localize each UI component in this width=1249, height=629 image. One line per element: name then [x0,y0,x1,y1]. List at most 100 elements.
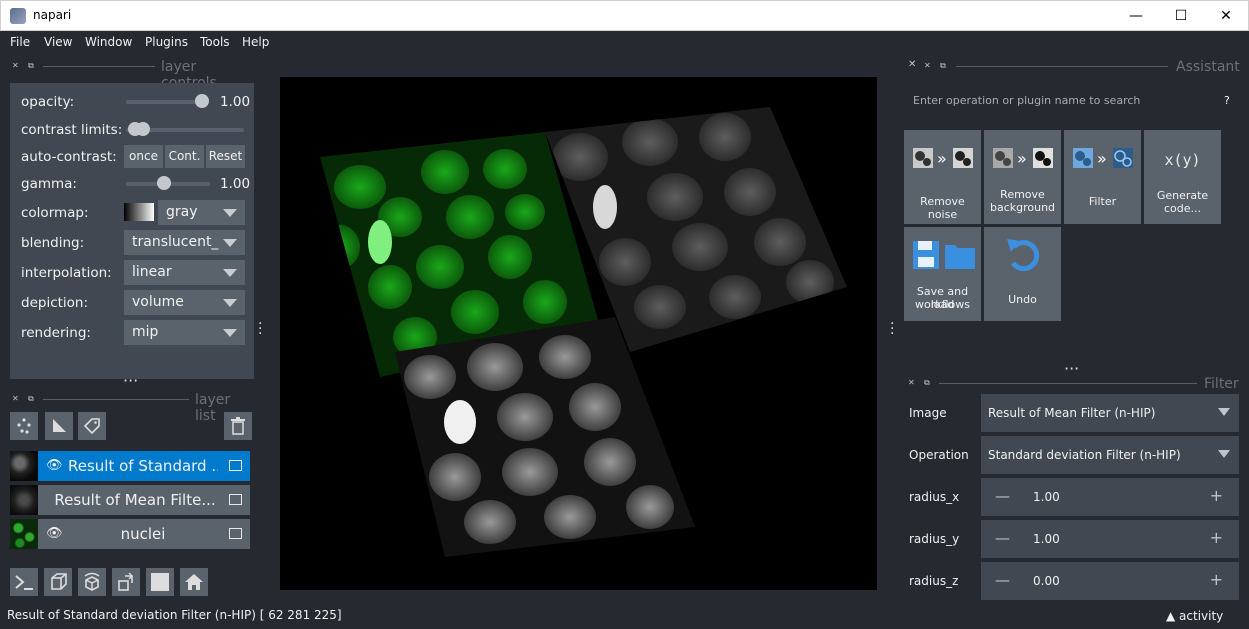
filter-tile[interactable]: » Filter [1064,130,1141,224]
menu-view[interactable]: View [44,35,72,49]
layer-thumbnail [10,485,38,515]
new-points-layer-button[interactable] [10,412,38,440]
eye-icon[interactable]: 👁 [46,458,63,473]
save-load-workflows-tile[interactable]: Save and load workflows [904,227,981,321]
toggle-ndisplay-button[interactable] [44,568,72,596]
layer-item-std-filter[interactable]: 👁 Result of Standard ... [10,451,250,481]
reset-view-button[interactable] [180,568,208,596]
shapes-icon [53,419,66,432]
remove-background-tile[interactable]: » Remove background [984,130,1061,224]
new-labels-layer-button[interactable] [78,412,106,440]
home-icon [185,574,203,590]
menu-plugins[interactable]: Plugins [145,35,188,49]
decrement-button[interactable]: — [995,571,1010,589]
colormap-value: gray [166,204,198,220]
layer-thumbnail [10,519,38,549]
close-dock-icon[interactable]: ✕ [908,378,915,387]
radius-y-value: 1.00 [1033,532,1060,546]
depiction-combobox[interactable]: volume [124,290,245,315]
roll-dimensions-button[interactable] [78,568,106,596]
radius-y-spinbox[interactable]: — 1.00 + [981,520,1239,558]
right-splitter-handle[interactable]: · · · [890,317,898,341]
assistant-search-input[interactable]: Enter operation or plugin name to search [906,89,1214,113]
float-dock-icon[interactable]: ⧉ [28,61,34,71]
grid-view-button[interactable] [146,568,174,596]
transpose-icon [118,572,133,591]
layer-item-nuclei[interactable]: 👁 nuclei [10,519,250,549]
blending-combobox[interactable]: translucent_ [124,230,245,255]
gamma-slider-knob[interactable] [157,176,171,190]
help-button[interactable]: ? [1224,94,1230,107]
float-dock-icon[interactable]: ⧉ [924,378,930,388]
image-combobox[interactable]: Result of Mean Filter (n-HIP) [981,394,1239,432]
opacity-slider-knob[interactable] [195,94,209,108]
chevron-down-icon [223,239,237,247]
minimize-button[interactable]: — [1113,1,1159,31]
delete-icon [231,417,245,435]
dock-resize-handle[interactable]: ··· [1064,361,1079,377]
chevron-down-icon [223,209,237,217]
image-icon [229,494,242,505]
increment-button[interactable]: + [1210,570,1223,589]
new-shapes-layer-button[interactable] [45,412,73,440]
close-dock-icon[interactable]: ✕ [12,61,19,70]
viewer-canvas[interactable] [280,77,877,590]
float-icon[interactable]: ⧉ [940,61,946,71]
rendering-label: rendering: [21,325,91,341]
dock-resize-handle[interactable]: ··· [123,373,138,389]
auto-contrast-continuous-button[interactable]: Cont. [165,145,204,168]
increment-button[interactable]: + [1210,486,1223,505]
filter-title: Filter [1204,376,1239,392]
operation-label: Operation [909,448,969,462]
radius-z-label: radius_z [909,574,959,588]
close-icon[interactable]: ✕ [908,59,916,70]
layer-list-dock-header: ✕ ⧉ layer list [10,392,250,424]
layer-item-mean-filter[interactable]: Result of Mean Filte... [10,485,250,515]
grid-icon [151,573,169,591]
decrement-button[interactable]: — [995,487,1010,505]
svg-text:»: » [1097,149,1107,168]
gamma-label: gamma: [21,176,77,192]
status-message: Result of Standard deviation Filter (n-H… [7,608,342,622]
operation-combobox[interactable]: Standard deviation Filter (n-HIP) [981,436,1239,474]
generate-code-tile[interactable]: x(y) Generate code... [1144,130,1221,224]
chevron-down-icon [223,299,237,307]
interpolation-combobox[interactable]: linear [124,260,245,285]
radius-x-spinbox[interactable]: — 1.00 + [981,478,1239,516]
chevron-down-icon [223,329,237,337]
rendering-combobox[interactable]: mip [124,320,245,345]
auto-contrast-once-button[interactable]: once [124,145,163,168]
menu-help[interactable]: Help [242,35,269,49]
menu-tools[interactable]: Tools [200,35,230,49]
auto-contrast-reset-button[interactable]: Reset [206,145,245,168]
maximize-button[interactable]: ☐ [1158,1,1204,31]
radius-x-label: radius_x [909,490,960,504]
remove-background-icon: » [984,140,1061,176]
opacity-label: opacity: [21,94,75,110]
chevron-up-icon: ▲ [1166,609,1180,623]
activity-button[interactable]: ▲ activity [1166,609,1223,623]
tile-label: code... [1163,202,1202,215]
undo-tile[interactable]: Undo [984,227,1061,321]
float-dock-icon[interactable]: ⧉ [28,394,34,404]
console-button[interactable] [10,568,38,596]
transpose-dimensions-button[interactable] [112,568,140,596]
ndisplay-icon [51,573,67,590]
labels-icon [83,418,100,435]
float-dock-icon[interactable]: ✕ [924,61,931,70]
radius-z-spinbox[interactable]: — 0.00 + [981,562,1239,600]
menu-file[interactable]: File [10,35,30,49]
console-icon [15,575,33,590]
contrast-high-knob[interactable] [136,122,150,136]
decrement-button[interactable]: — [995,529,1010,547]
auto-contrast-label: auto-contrast: [21,149,117,165]
close-window-button[interactable]: ✕ [1203,1,1249,31]
eye-icon[interactable]: 👁 [46,526,63,541]
vertical-splitter-handle[interactable]: · · · [258,317,266,341]
colormap-combobox[interactable]: gray [158,200,245,225]
menu-window[interactable]: Window [85,35,132,49]
close-dock-icon[interactable]: ✕ [12,394,19,403]
delete-layer-button[interactable] [224,412,252,440]
increment-button[interactable]: + [1210,528,1223,547]
remove-noise-tile[interactable]: » Remove noise [904,130,981,224]
